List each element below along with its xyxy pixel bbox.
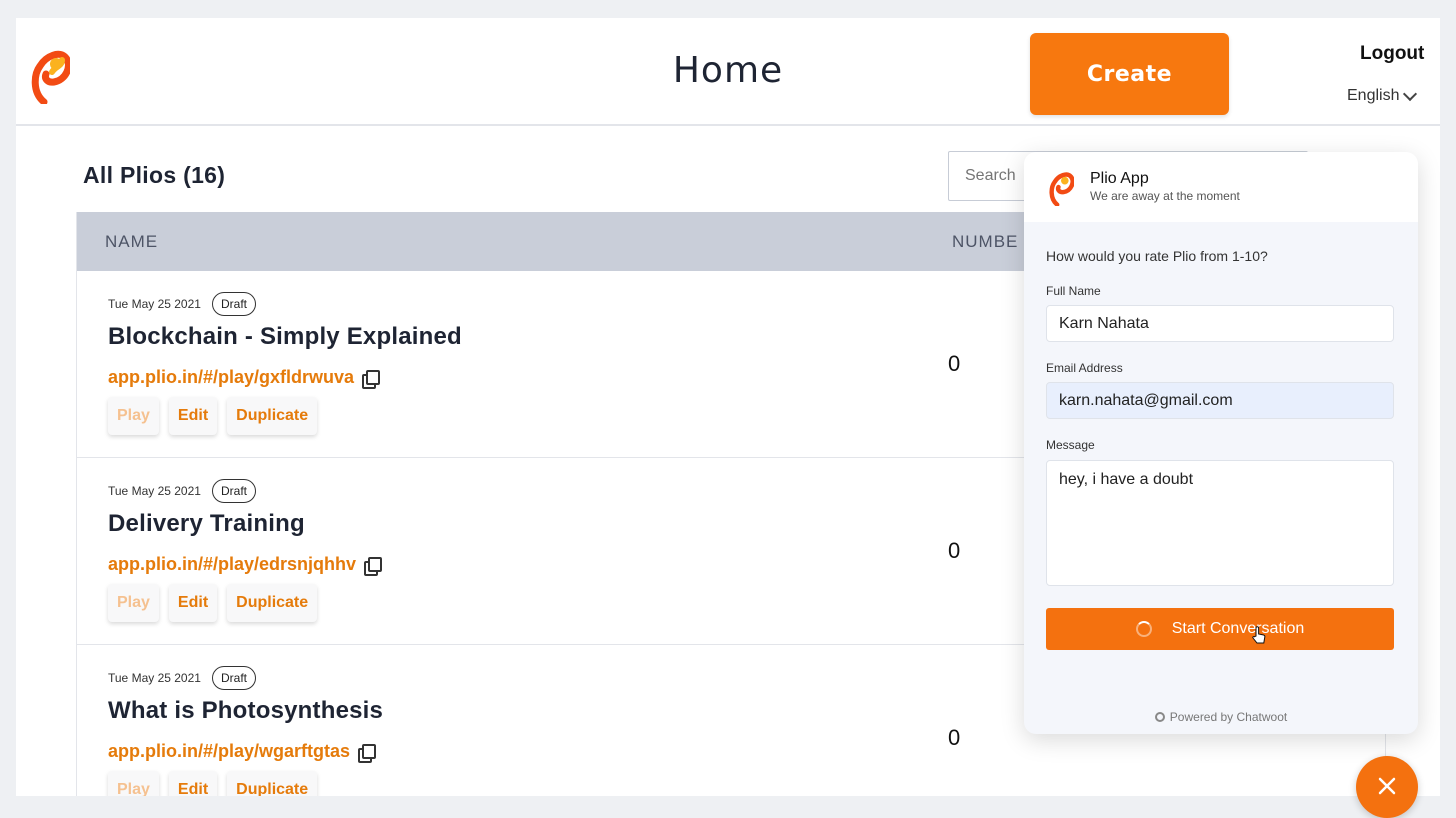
copy-icon[interactable] <box>358 743 377 763</box>
close-icon <box>1378 777 1396 795</box>
row-link-text[interactable]: app.plio.in/#/play/edrsnjqhhv <box>108 554 356 575</box>
plio-logo-icon <box>1049 172 1074 206</box>
chat-app-name: Plio App <box>1090 170 1149 187</box>
powered-by-text: Powered by Chatwoot <box>1169 710 1288 724</box>
play-button[interactable]: Play <box>108 771 159 796</box>
chevron-down-icon <box>1403 86 1418 101</box>
chat-question: How would you rate Plio from 1-10? <box>1046 248 1268 264</box>
duplicate-button[interactable]: Duplicate <box>227 771 318 796</box>
powered-by[interactable]: Powered by Chatwoot <box>1024 710 1418 724</box>
language-selector[interactable]: English <box>1347 86 1418 105</box>
copy-icon[interactable] <box>364 556 383 576</box>
chat-status: We are away at the moment <box>1090 189 1240 203</box>
row-actions: Play Edit Duplicate <box>108 584 318 622</box>
language-label: English <box>1347 87 1400 104</box>
edit-button[interactable]: Edit <box>168 771 218 796</box>
row-actions: Play Edit Duplicate <box>108 771 318 796</box>
email-field[interactable] <box>1046 382 1394 419</box>
row-date: Tue May 25 2021 <box>108 297 201 311</box>
row-title[interactable]: Delivery Training <box>108 510 305 538</box>
row-title[interactable]: What is Photosynthesis <box>108 697 383 725</box>
status-badge: Draft <box>212 479 257 503</box>
duplicate-button[interactable]: Duplicate <box>227 397 318 435</box>
column-header-number: NUMBE <box>952 232 1019 251</box>
status-badge: Draft <box>212 666 257 690</box>
status-badge: Draft <box>212 292 257 316</box>
spinner-icon <box>1135 621 1152 637</box>
full-name-field[interactable] <box>1046 305 1394 342</box>
copy-icon[interactable] <box>362 369 381 389</box>
chat-toggle-button[interactable] <box>1356 756 1418 818</box>
row-count: 0 <box>948 725 961 750</box>
logout-link[interactable]: Logout <box>1360 43 1424 65</box>
play-button[interactable]: Play <box>108 397 159 435</box>
row-link[interactable]: app.plio.in/#/play/wgarftgtas <box>108 741 377 763</box>
full-name-label: Full Name <box>1046 284 1101 298</box>
edit-button[interactable]: Edit <box>168 584 218 622</box>
start-conversation-button[interactable]: Start Conversation <box>1046 608 1394 650</box>
row-link[interactable]: app.plio.in/#/play/edrsnjqhhv <box>108 554 383 576</box>
row-link-text[interactable]: app.plio.in/#/play/gxfldrwuva <box>108 367 354 388</box>
start-conversation-label: Start Conversation <box>1171 620 1305 637</box>
hand-cursor-icon <box>1252 626 1266 644</box>
column-header-name: NAME <box>105 232 159 251</box>
chatwoot-icon <box>1154 712 1165 722</box>
row-actions: Play Edit Duplicate <box>108 397 318 435</box>
top-header: Home Create Logout English <box>16 18 1440 126</box>
list-heading: All Plios (16) <box>83 162 226 188</box>
message-label: Message <box>1046 438 1095 452</box>
duplicate-button[interactable]: Duplicate <box>227 584 318 622</box>
row-date: Tue May 25 2021 <box>108 484 201 498</box>
row-link[interactable]: app.plio.in/#/play/gxfldrwuva <box>108 367 381 389</box>
chat-widget: Plio App We are away at the moment How w… <box>1024 152 1418 734</box>
row-link-text[interactable]: app.plio.in/#/play/wgarftgtas <box>108 741 350 762</box>
message-field[interactable]: hey, i have a doubt <box>1046 460 1394 586</box>
row-count: 0 <box>948 351 961 376</box>
edit-button[interactable]: Edit <box>168 397 218 435</box>
row-date: Tue May 25 2021 <box>108 671 201 685</box>
row-title[interactable]: Blockchain - Simply Explained <box>108 323 462 351</box>
chat-header: Plio App We are away at the moment <box>1024 152 1418 222</box>
create-button[interactable]: Create <box>1030 33 1229 115</box>
row-count: 0 <box>948 538 961 563</box>
play-button[interactable]: Play <box>108 584 159 622</box>
email-label: Email Address <box>1046 361 1123 375</box>
